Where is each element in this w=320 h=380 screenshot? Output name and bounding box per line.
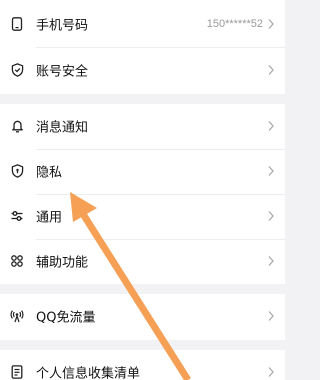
privacy-label: 隐私 xyxy=(36,165,63,181)
settings-group-data: QQ免流量 xyxy=(0,294,285,340)
grid-icon xyxy=(10,254,24,268)
privacy-shield-icon xyxy=(10,164,24,178)
chevron-right-icon xyxy=(267,366,275,378)
privacy-row[interactable]: 隐私 xyxy=(0,149,285,193)
accessibility-row[interactable]: 辅助功能 xyxy=(0,239,285,283)
general-label: 通用 xyxy=(36,210,63,226)
general-row[interactable]: 通用 xyxy=(0,194,285,238)
chevron-right-icon xyxy=(267,120,275,132)
bell-icon xyxy=(10,119,24,133)
chevron-right-icon xyxy=(267,210,275,222)
chevron-right-icon xyxy=(267,255,275,267)
document-icon xyxy=(10,365,24,379)
personal-info-list-label: 个人信息收集清单 xyxy=(36,366,141,380)
personal-info-list-row[interactable]: 个人信息收集清单 xyxy=(0,350,285,380)
settings-group-general: 消息通知 隐私 通用 辅助功能 xyxy=(0,104,285,284)
sliders-icon xyxy=(10,209,24,223)
settings-group-info: 个人信息收集清单 xyxy=(0,350,285,380)
account-security-row[interactable]: 账号安全 xyxy=(0,48,285,92)
account-security-label: 账号安全 xyxy=(36,64,89,80)
qq-free-data-row[interactable]: QQ免流量 xyxy=(0,294,285,338)
phone-number-label: 手机号码 xyxy=(36,18,89,34)
chevron-right-icon xyxy=(267,18,275,30)
chevron-right-icon xyxy=(267,310,275,322)
chevron-right-icon xyxy=(267,64,275,76)
shield-check-icon xyxy=(10,63,24,77)
signal-tower-icon xyxy=(10,309,24,323)
notifications-row[interactable]: 消息通知 xyxy=(0,104,285,148)
qq-free-data-label: QQ免流量 xyxy=(36,310,96,326)
phone-number-value: 150******52 xyxy=(206,18,263,30)
phone-number-row[interactable]: 手机号码 150******52 xyxy=(0,2,285,46)
notifications-label: 消息通知 xyxy=(36,120,89,136)
accessibility-label: 辅助功能 xyxy=(36,255,89,271)
phone-icon xyxy=(10,17,24,31)
settings-group-account: 手机号码 150******52 账号安全 xyxy=(0,0,285,94)
chevron-right-icon xyxy=(267,165,275,177)
